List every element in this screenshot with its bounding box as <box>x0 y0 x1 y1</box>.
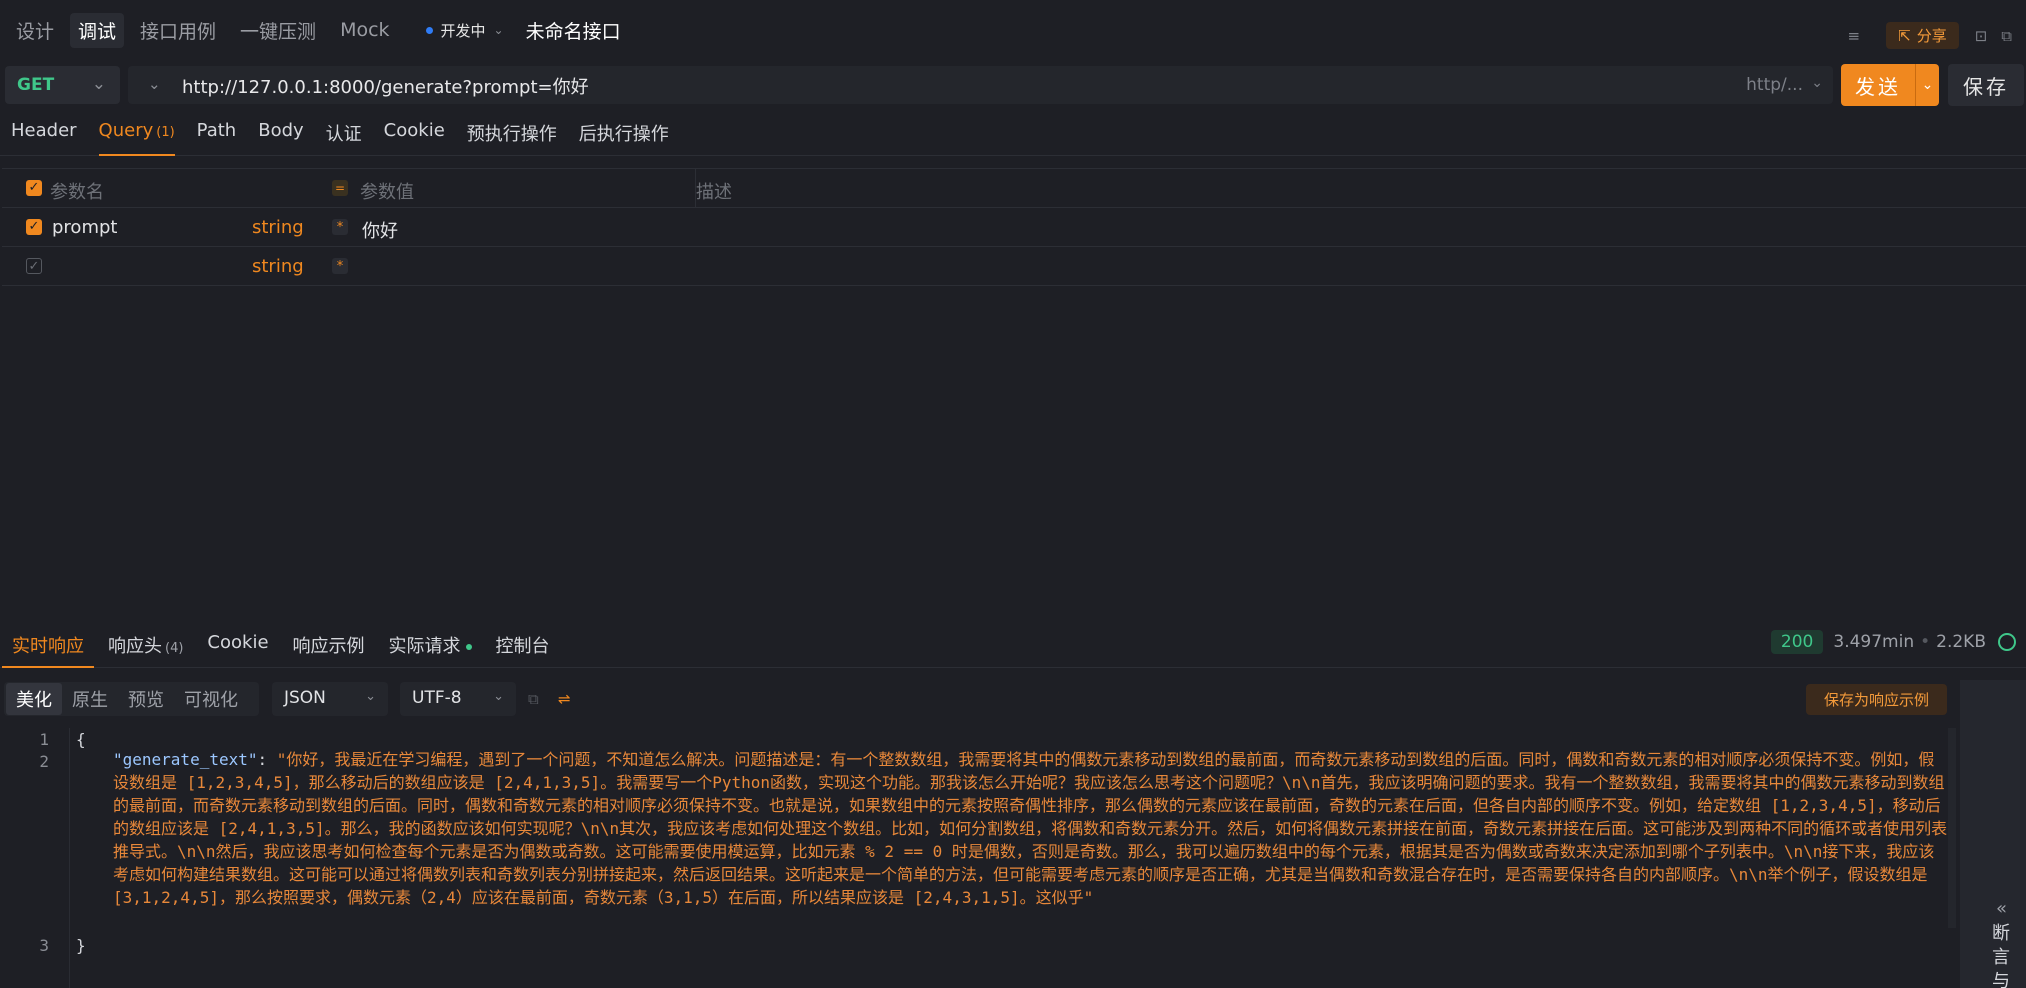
tab-live-response[interactable]: 实时响应 <box>0 622 96 668</box>
url-text[interactable]: http://127.0.0.1:8000/generate?prompt=你好 <box>182 73 589 99</box>
tab-mock[interactable]: Mock <box>332 15 397 45</box>
view-preview[interactable]: 预览 <box>118 683 174 715</box>
send-button[interactable]: 发送 ⌄ <box>1841 64 1939 106</box>
table-row: ✓ string * <box>2 247 2026 286</box>
response-time: 3.497min <box>1833 632 1915 652</box>
method-label: GET <box>17 75 55 95</box>
tab-cookie[interactable]: Cookie <box>373 112 456 156</box>
chevron-down-icon: ⌄ <box>493 689 504 704</box>
editor-scrollbar[interactable] <box>1948 728 1956 928</box>
environment-select[interactable]: http/... <box>1746 75 1803 95</box>
column-header-description: 描述 <box>696 182 732 203</box>
chevron-down-icon: ⌄ <box>365 689 376 704</box>
tab-post-script[interactable]: 后执行操作 <box>568 112 680 156</box>
table-row: ✓ prompt string * 你好 <box>2 208 2026 247</box>
response-size: 2.2KB <box>1936 632 1986 652</box>
row-checkbox[interactable]: ✓ <box>26 219 42 235</box>
param-value[interactable]: 你好 <box>362 217 398 243</box>
encoding-select[interactable]: UTF-8 ⌄ <box>400 682 516 716</box>
tab-pre-script[interactable]: 预执行操作 <box>456 112 568 156</box>
save-button[interactable]: 保存 <box>1948 64 2024 106</box>
tab-header[interactable]: Header <box>0 112 88 156</box>
json-open-brace: { <box>76 730 86 749</box>
tab-actual-request[interactable]: 实际请求 <box>377 622 484 668</box>
request-tabs: Header Query (1) Path Body 认证 Cookie 预执行操… <box>0 112 2026 156</box>
tab-response-headers[interactable]: 响应头 (4) <box>96 622 195 668</box>
globe-icon[interactable] <box>1998 633 2016 651</box>
tab-auth[interactable]: 认证 <box>315 112 373 156</box>
table-header-row: ✓ 参数名 = 参数值 描述 <box>2 169 2026 208</box>
top-right-actions: ≡ ⇱ 分享 ⊡ ⧉ <box>1848 22 2026 49</box>
save-as-example-button[interactable]: 保存为响应示例 <box>1806 684 1948 715</box>
status-badge: 200 <box>1770 630 1824 654</box>
select-all-checkbox[interactable]: ✓ <box>26 180 42 196</box>
tab-test-cases[interactable]: 接口用例 <box>132 13 224 48</box>
view-raw[interactable]: 原生 <box>62 683 118 715</box>
json-key: "generate_text" <box>113 750 258 769</box>
required-icon[interactable]: * <box>332 258 348 274</box>
format-select[interactable]: JSON ⌄ <box>272 682 388 716</box>
tab-design[interactable]: 设计 <box>8 13 62 48</box>
param-type[interactable]: string <box>252 217 304 238</box>
tab-response-cookie[interactable]: Cookie <box>195 622 280 668</box>
dev-status-dropdown[interactable]: 开发中 ⌄ <box>425 20 504 41</box>
required-icon[interactable]: * <box>332 219 348 235</box>
share-label: 分享 <box>1916 27 1947 45</box>
view-mode-group: 美化 原生 预览 可视化 <box>4 682 259 716</box>
lock-icon[interactable]: ⊡ <box>1975 27 1988 45</box>
row-checkbox[interactable]: ✓ <box>26 258 42 274</box>
bulk-edit-icon[interactable]: = <box>332 180 348 196</box>
response-tabs: 实时响应 响应头 (4) Cookie 响应示例 实际请求 控制台 <box>0 622 2026 668</box>
response-editor[interactable]: 1 2 3 { "generate_text": "你好，我最近在学习编程，遇到… <box>0 728 1952 988</box>
edit-list-icon[interactable]: ≡ <box>1848 27 1861 45</box>
view-visualize[interactable]: 可视化 <box>174 683 248 715</box>
status-dot-icon <box>465 644 472 650</box>
tab-console[interactable]: 控制台 <box>484 622 562 668</box>
line-number: 2 <box>39 752 49 771</box>
tab-debug[interactable]: 调试 <box>70 12 125 48</box>
top-toolbar: 设计 调试 接口用例 一键压测 Mock 开发中 ⌄ 未命名接口 <box>0 0 2026 60</box>
json-string-value: "你好，我最近在学习编程，遇到了一个问题，不知道怎么解决。问题描述是：有一个整数… <box>113 750 1948 907</box>
response-view-bar: 美化 原生 预览 可视化 JSON ⌄ UTF-8 ⌄ ⧉ ⇌ 保存为响应示例 <box>0 682 1960 718</box>
url-input[interactable]: ⌄ http://127.0.0.1:8000/generate?prompt=… <box>128 66 1833 104</box>
status-dot-icon <box>425 26 433 34</box>
share-icon: ⇱ <box>1898 26 1911 45</box>
double-chevron-left-icon[interactable]: « <box>1996 898 2007 919</box>
column-header-value: 参数值 <box>360 182 414 203</box>
json-line: "generate_text": "你好，我最近在学习编程，遇到了一个问题，不知… <box>113 750 1948 907</box>
method-select[interactable]: GET ⌄ <box>5 66 120 104</box>
view-pretty[interactable]: 美化 <box>6 683 62 715</box>
chevron-down-icon[interactable]: ⌄ <box>148 75 161 93</box>
line-number: 1 <box>39 730 49 749</box>
chevron-down-icon[interactable]: ⌄ <box>1915 64 1939 106</box>
copy-icon[interactable]: ⧉ <box>528 690 539 708</box>
chevron-down-icon: ⌄ <box>1811 75 1823 91</box>
wrap-lines-icon[interactable]: ⇌ <box>558 690 571 708</box>
tab-path[interactable]: Path <box>186 112 248 156</box>
share-button[interactable]: ⇱ 分享 <box>1886 22 1959 49</box>
response-meta: 200 3.497min • 2.2KB <box>1770 630 2026 654</box>
tab-query[interactable]: Query (1) <box>88 112 186 156</box>
line-number: 3 <box>39 936 49 955</box>
tab-body[interactable]: Body <box>247 112 314 156</box>
param-name[interactable]: prompt <box>52 217 117 238</box>
tab-load-test[interactable]: 一键压测 <box>232 13 324 48</box>
copy-icon[interactable]: ⧉ <box>2001 27 2012 45</box>
format-label: JSON <box>284 688 326 708</box>
column-header-name: 参数名 <box>50 182 104 203</box>
side-panel-label: 断言与 <box>1992 923 2010 988</box>
query-params-table: ✓ 参数名 = 参数值 描述 ✓ prompt string * 你好 ✓ st… <box>2 168 2026 286</box>
json-close-brace: } <box>76 936 86 955</box>
request-url-row: GET ⌄ ⌄ http://127.0.0.1:8000/generate?p… <box>0 64 2026 108</box>
api-title[interactable]: 未命名接口 <box>526 17 621 44</box>
dev-status-label: 开发中 <box>440 21 486 40</box>
tab-response-example[interactable]: 响应示例 <box>281 622 377 668</box>
param-type[interactable]: string <box>252 256 304 277</box>
chevron-down-icon: ⌄ <box>493 23 504 37</box>
assertion-side-panel[interactable]: « 断言与 <box>1960 680 2026 988</box>
encoding-label: UTF-8 <box>412 688 462 708</box>
chevron-down-icon: ⌄ <box>91 74 106 94</box>
send-label: 发送 <box>1855 74 1901 99</box>
line-number-gutter: 1 2 3 <box>0 728 70 988</box>
